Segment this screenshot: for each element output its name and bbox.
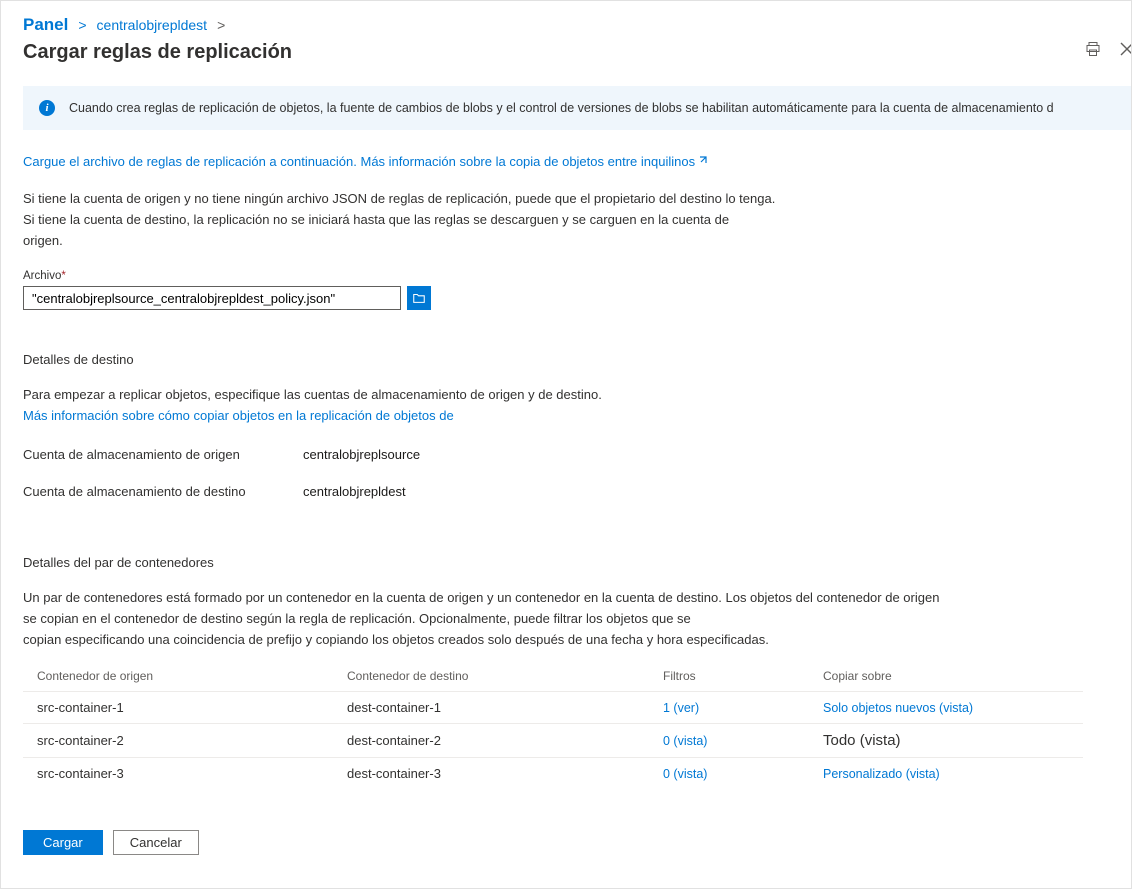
- upload-note-2: Si tiene la cuenta de destino, la replic…: [23, 212, 1131, 227]
- browse-button[interactable]: [407, 286, 431, 310]
- breadcrumb: Panel > centralobjrepldest >: [23, 15, 292, 35]
- copy-over-link[interactable]: Personalizado (vista): [823, 767, 940, 781]
- info-icon: i: [39, 100, 55, 116]
- cell-dst: dest-container-2: [347, 733, 663, 748]
- dest-heading: Detalles de destino: [23, 352, 1131, 367]
- upload-note-3: origen.: [23, 233, 1131, 248]
- container-pair-table: Contenedor de origen Contenedor de desti…: [23, 661, 1083, 789]
- pair-desc-3: copian especificando una coincidencia de…: [23, 632, 1131, 647]
- info-banner: i Cuando crea reglas de replicación de o…: [23, 86, 1131, 130]
- close-icon[interactable]: [1119, 41, 1131, 57]
- footer: Cargar Cancelar: [1, 818, 1131, 867]
- dest-learn-link[interactable]: Más información sobre cómo copiar objeto…: [23, 408, 1131, 423]
- breadcrumb-sep: >: [78, 17, 86, 33]
- dest-desc: Para empezar a replicar objetos, especif…: [23, 387, 1131, 402]
- upload-button[interactable]: Cargar: [23, 830, 103, 855]
- copy-over-link[interactable]: Todo (vista): [823, 732, 901, 749]
- pair-desc-2: se copian en el contenedor de destino se…: [23, 611, 1131, 626]
- page-title: Cargar reglas de replicación: [23, 41, 292, 64]
- cancel-button[interactable]: Cancelar: [113, 830, 199, 855]
- pair-desc-1: Un par de contenedores está formado por …: [23, 590, 1131, 605]
- table-row: src-container-2dest-container-20 (vista)…: [23, 723, 1083, 757]
- file-field-label: Archivo*: [23, 270, 1131, 282]
- col-header-src: Contenedor de origen: [37, 669, 347, 683]
- col-header-copy: Copiar sobre: [823, 669, 1069, 683]
- breadcrumb-root[interactable]: Panel: [23, 15, 68, 35]
- cell-dst: dest-container-1: [347, 700, 663, 715]
- print-icon[interactable]: [1085, 41, 1101, 57]
- src-account-label: Cuenta de almacenamiento de origen: [23, 447, 303, 462]
- cell-src: src-container-2: [37, 733, 347, 748]
- file-input[interactable]: [23, 286, 401, 310]
- filter-link[interactable]: 0 (vista): [663, 767, 707, 781]
- cross-tenant-link[interactable]: Más información sobre la copia de objeto…: [360, 154, 707, 169]
- col-header-dst: Contenedor de destino: [347, 669, 663, 683]
- col-header-fil: Filtros: [663, 669, 823, 683]
- table-row: src-container-3dest-container-30 (vista)…: [23, 757, 1083, 789]
- src-account-value: centralobjreplsource: [303, 447, 420, 462]
- cell-src: src-container-3: [37, 766, 347, 781]
- table-row: src-container-1dest-container-11 (ver) So…: [23, 691, 1083, 723]
- cell-dst: dest-container-3: [347, 766, 663, 781]
- upload-lead-text: Cargue el archivo de reglas de replicaci…: [23, 154, 360, 169]
- breadcrumb-tail-sep: >: [217, 17, 225, 33]
- copy-over-link[interactable]: Solo objetos nuevos (vista): [823, 701, 973, 715]
- cell-src: src-container-1: [37, 700, 347, 715]
- upload-note-1: Si tiene la cuenta de origen y no tiene …: [23, 191, 1131, 206]
- external-link-icon: [697, 154, 707, 169]
- dst-account-value: centralobjrepldest: [303, 484, 406, 499]
- filter-link[interactable]: 1 (ver): [663, 701, 699, 715]
- breadcrumb-item[interactable]: centralobjrepldest: [97, 17, 208, 33]
- pair-heading: Detalles del par de contenedores: [23, 555, 1131, 570]
- filter-link[interactable]: 0 (vista): [663, 734, 707, 748]
- info-text: Cuando crea reglas de replicación de obj…: [69, 101, 1054, 115]
- dst-account-label: Cuenta de almacenamiento de destino: [23, 484, 303, 499]
